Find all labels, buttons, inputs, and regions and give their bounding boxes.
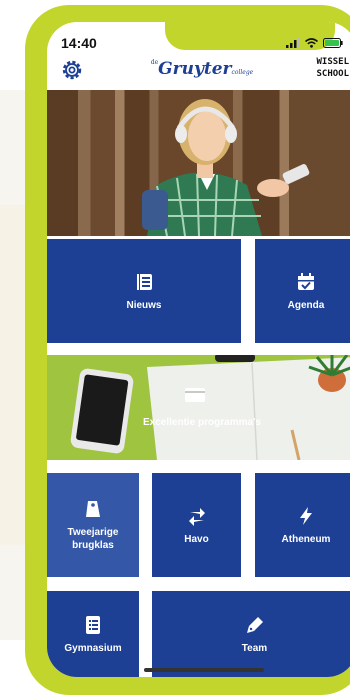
tag-icon bbox=[86, 501, 100, 517]
calendar-check-icon bbox=[298, 272, 314, 290]
list-document-icon bbox=[86, 615, 100, 634]
arrows-swap-icon bbox=[188, 507, 205, 526]
status-icons bbox=[286, 35, 343, 53]
tile-gymnasium-label: Gymnasium bbox=[64, 642, 122, 654]
tile-excellentie[interactable]: Excellentie programma's bbox=[47, 355, 350, 460]
switch-school-button[interactable]: WISSEL SCHOOL bbox=[316, 56, 349, 80]
wifi-icon bbox=[304, 35, 319, 53]
tile-excellentie-label: Excellentie programma's bbox=[143, 417, 261, 428]
tile-atheneum-label: Atheneum bbox=[281, 533, 331, 545]
bolt-icon bbox=[300, 506, 312, 525]
status-time: 14:40 bbox=[61, 35, 97, 51]
tile-team-label: Team bbox=[241, 642, 268, 654]
tile-team[interactable]: Team bbox=[152, 591, 350, 677]
tile-tweejarige-brugklas[interactable]: Tweejarige brugklas bbox=[47, 473, 139, 577]
tile-gymnasium[interactable]: Gymnasium bbox=[47, 591, 139, 677]
tile-nieuws-label: Nieuws bbox=[126, 299, 162, 311]
tile-atheneum[interactable]: Atheneum bbox=[255, 473, 350, 577]
student-illustration bbox=[142, 99, 310, 236]
logo-main: Gruyter bbox=[158, 59, 232, 79]
tile-havo[interactable]: Havo bbox=[152, 473, 241, 577]
tile-agenda-label: Agenda bbox=[287, 299, 325, 311]
tile-tweejarige-label-2: brugklas bbox=[72, 540, 114, 551]
desk-photo bbox=[47, 355, 350, 460]
switch-school-line1: WISSEL bbox=[316, 57, 349, 67]
school-logo: deGruytercollege bbox=[47, 59, 350, 79]
pen-nib-icon bbox=[246, 616, 263, 633]
battery-icon bbox=[323, 35, 343, 53]
app-header: deGruytercollege WISSEL SCHOOL bbox=[47, 52, 350, 90]
signal-icon bbox=[286, 35, 300, 53]
app-screen: 14:40 deGruytercollege WISSEL SCHOOL Nie… bbox=[47, 22, 350, 677]
hero-image bbox=[47, 90, 350, 236]
logo-sub: college bbox=[231, 69, 254, 76]
switch-school-line2: SCHOOL bbox=[316, 69, 349, 79]
tile-nieuws[interactable]: Nieuws bbox=[47, 239, 241, 343]
home-indicator[interactable] bbox=[144, 668, 264, 672]
newspaper-icon bbox=[136, 273, 152, 290]
tile-agenda[interactable]: Agenda bbox=[255, 239, 350, 343]
tile-tweejarige-label-1: Tweejarige bbox=[67, 527, 119, 538]
tile-havo-label: Havo bbox=[184, 533, 209, 545]
